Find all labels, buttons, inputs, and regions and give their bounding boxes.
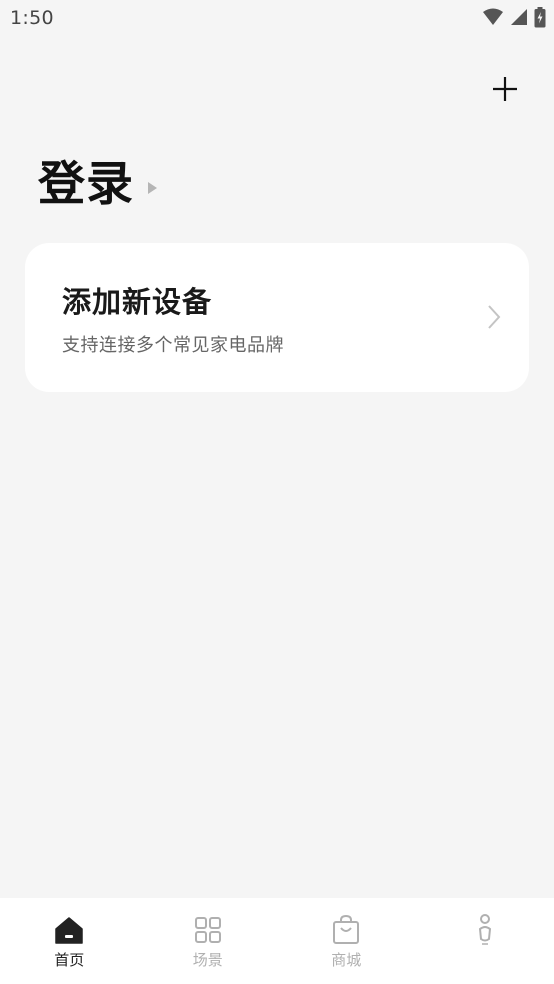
plus-icon: [492, 76, 518, 106]
grid-icon: [193, 915, 223, 945]
shopping-bag-icon: [331, 915, 361, 945]
signal-icon: [510, 8, 528, 30]
card-title: 添加新设备: [62, 285, 213, 319]
bottom-nav: 首页 场景 商城: [0, 898, 554, 984]
add-device-card[interactable]: 添加新设备 支持连接多个常见家电品牌: [25, 243, 529, 392]
nav-item-scene[interactable]: 场景: [139, 898, 278, 984]
nav-item-mall[interactable]: 商城: [277, 898, 416, 984]
card-subtitle: 支持连接多个常见家电品牌: [62, 335, 284, 356]
profile-icon: [470, 914, 500, 945]
login-label: 登录: [38, 157, 134, 212]
nav-label-home: 首页: [54, 951, 85, 969]
status-bar: 1:50: [0, 0, 554, 40]
triangle-right-icon: [148, 182, 157, 194]
add-button[interactable]: [484, 70, 526, 112]
chevron-right-icon: [487, 304, 501, 334]
wifi-icon: [482, 8, 504, 30]
nav-label-scene: 场景: [192, 951, 223, 969]
status-time: 1:50: [10, 7, 54, 29]
nav-item-profile[interactable]: [416, 898, 554, 984]
status-icons: [482, 6, 546, 32]
nav-label-mall: 商城: [331, 951, 362, 969]
battery-icon: [534, 6, 546, 32]
home-icon: [54, 915, 84, 945]
login-link[interactable]: 登录: [38, 154, 157, 216]
nav-item-home[interactable]: 首页: [0, 898, 139, 984]
